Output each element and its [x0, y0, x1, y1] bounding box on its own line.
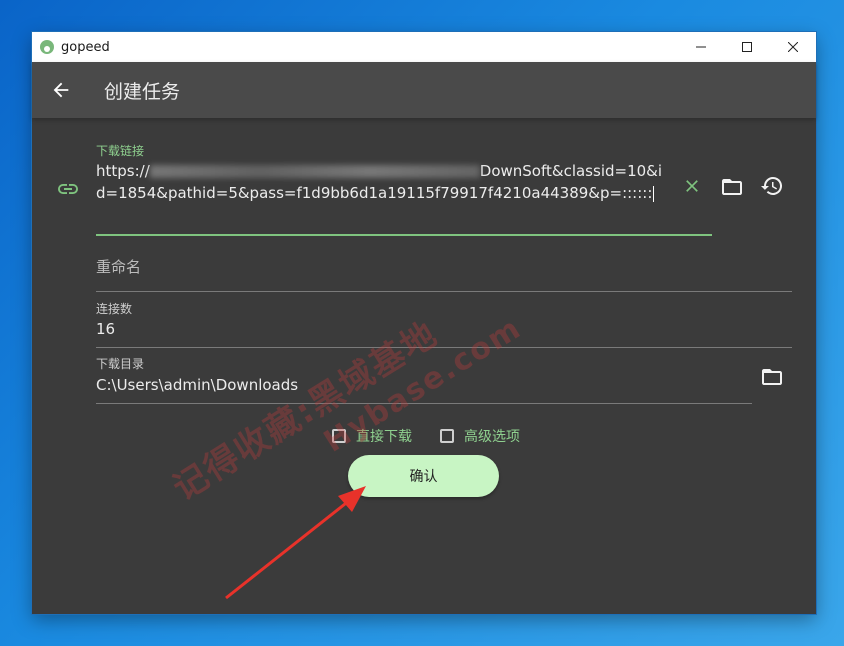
directory-input[interactable]: C:\Users\admin\Downloads: [96, 376, 298, 394]
maximize-icon: [742, 42, 752, 52]
url-label: 下载链接: [96, 144, 145, 158]
page-title: 创建任务: [104, 80, 181, 103]
checkbox-box: [440, 429, 454, 443]
text-caret: [653, 185, 655, 202]
connections-label: 连接数: [96, 302, 133, 316]
rename-underline: [96, 291, 792, 292]
title-bar: gopeed: [32, 32, 816, 62]
app-bar: 创建任务: [32, 62, 816, 118]
url-input[interactable]: https://DownSoft&classid=10&id=1854&path…: [96, 160, 668, 204]
url-value-start: https://: [96, 162, 150, 180]
advanced-options-checkbox[interactable]: 高级选项: [440, 426, 520, 446]
minimize-button[interactable]: [678, 32, 724, 62]
arrow-left-icon[interactable]: [50, 79, 72, 101]
directory-label: 下载目录: [96, 357, 145, 371]
url-underline: [96, 234, 712, 236]
window-title: gopeed: [61, 39, 110, 55]
maximize-button[interactable]: [724, 32, 770, 62]
connections-input[interactable]: 16: [96, 320, 115, 338]
history-icon[interactable]: [760, 174, 784, 198]
clear-icon[interactable]: [682, 176, 702, 196]
rename-input[interactable]: 重命名: [96, 256, 141, 277]
link-icon: [58, 184, 78, 194]
directory-folder-icon[interactable]: [760, 365, 784, 389]
confirm-button[interactable]: 确认: [348, 455, 499, 497]
close-button[interactable]: [770, 32, 816, 62]
minimize-icon: [696, 46, 706, 48]
blurred-url-segment: [149, 165, 480, 178]
close-icon: [788, 42, 798, 52]
advanced-options-label: 高级选项: [464, 429, 520, 445]
gopeed-logo-icon: [40, 40, 54, 54]
folder-icon[interactable]: [720, 175, 744, 199]
